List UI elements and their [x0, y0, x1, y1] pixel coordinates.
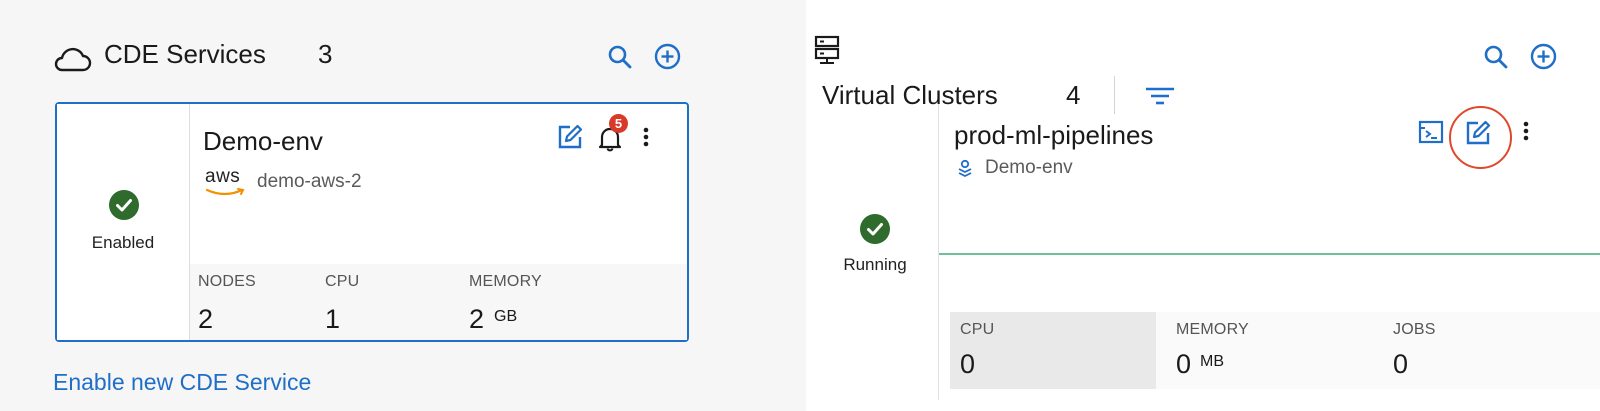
filter-icon[interactable] [1144, 86, 1176, 106]
more-options-icon[interactable] [1522, 120, 1530, 142]
running-check-icon [860, 214, 890, 244]
terminal-icon [1418, 120, 1444, 144]
service-status-column: Enabled [57, 104, 190, 340]
enabled-check-icon [109, 190, 139, 220]
cluster-name: prod-ml-pipelines [954, 120, 1154, 150]
notification-badge: 5 [609, 114, 628, 133]
add-circle-icon [1530, 43, 1557, 70]
cluster-details-button[interactable] [1418, 120, 1444, 144]
aws-logo: aws [205, 167, 247, 197]
cluster-status: Running [843, 255, 907, 274]
cloud-icon [52, 44, 92, 74]
metric-memory-value: 2 [469, 304, 485, 334]
service-metrics: NODES 2 CPU 1 MEMORY 2 GB [190, 264, 687, 340]
notifications-button[interactable]: 5 [598, 114, 628, 152]
cluster-progress-line [939, 253, 1600, 255]
add-cluster-button[interactable] [1530, 43, 1557, 70]
virtual-clusters-count: 4 [1066, 80, 1081, 110]
service-name: Demo-env [203, 126, 323, 156]
search-icon[interactable] [1483, 44, 1509, 70]
metric-cpu-cell: CPU 0 [950, 312, 1156, 389]
vc-metric-cpu-value: 0 [960, 349, 976, 379]
edit-service-button[interactable] [557, 124, 583, 150]
metric-memory-unit: GB [494, 308, 518, 325]
metric-memory-label: MEMORY [469, 273, 542, 290]
metric-other-cells: MEMORY 0 MB JOBS 0 [1156, 312, 1600, 389]
edit-cluster-button[interactable] [1465, 120, 1491, 146]
edit-icon [1466, 120, 1491, 145]
vc-metric-memory-label: MEMORY [1176, 321, 1249, 338]
add-circle-icon [654, 43, 681, 70]
metric-nodes-value: 2 [198, 304, 214, 334]
vc-metric-memory-unit: MB [1200, 353, 1224, 370]
cluster-service: Demo-env [985, 157, 1073, 178]
vc-metric-jobs-value: 0 [1393, 349, 1409, 379]
title-divider [1114, 76, 1115, 114]
edit-icon [558, 124, 583, 149]
virtual-clusters-title: Virtual Clusters [822, 80, 998, 110]
metric-nodes-label: NODES [198, 273, 256, 290]
search-icon[interactable] [607, 44, 633, 70]
metric-cpu-value: 1 [325, 304, 341, 334]
card-divider [938, 100, 939, 400]
server-icon [814, 35, 840, 65]
more-options-icon[interactable] [642, 126, 650, 148]
cde-service-card[interactable]: Enabled Demo-env aws demo-aws-2 5 NODES … [55, 102, 689, 342]
vc-metric-jobs-label: JOBS [1393, 321, 1436, 338]
service-link-icon [956, 159, 974, 179]
enable-service-link[interactable]: Enable new CDE Service [53, 369, 311, 396]
add-service-button[interactable] [654, 43, 681, 70]
service-status: Enabled [91, 233, 155, 252]
cde-services-title: CDE Services [104, 39, 266, 69]
metric-cpu-label: CPU [325, 273, 360, 290]
cde-services-count: 3 [318, 39, 333, 69]
service-environment: demo-aws-2 [257, 171, 362, 192]
cde-services-panel: CDE Services 3 Enabled Demo-env aws demo… [0, 0, 790, 411]
virtual-cluster-card[interactable]: Running prod-ml-pipelines Demo-env CPU 0… [806, 100, 1600, 400]
virtual-clusters-panel: Running prod-ml-pipelines Demo-env CPU 0… [806, 0, 1600, 411]
vc-metric-cpu-label: CPU [960, 321, 995, 338]
vc-metric-memory-value: 0 [1176, 349, 1192, 379]
